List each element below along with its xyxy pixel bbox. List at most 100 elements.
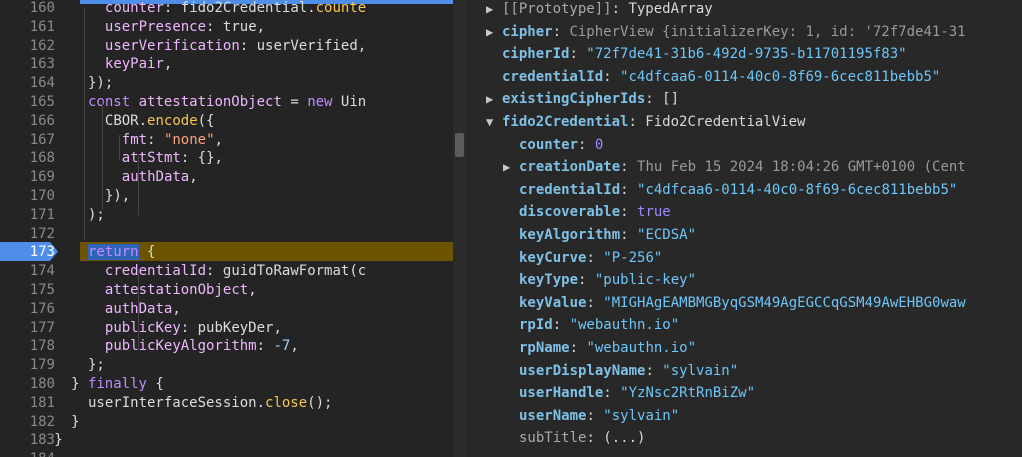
code-line[interactable]: keyPair, bbox=[105, 55, 172, 74]
line-number[interactable]: 160 bbox=[0, 0, 55, 18]
line-number[interactable]: 178 bbox=[0, 337, 55, 356]
property-row[interactable]: ▶ [[Prototype]]: TypedArray bbox=[486, 0, 713, 21]
code-line[interactable]: authData, bbox=[122, 168, 198, 187]
collapsed-triangle-icon[interactable]: ▶ bbox=[486, 21, 502, 44]
collapsed-triangle-icon[interactable]: ▶ bbox=[486, 0, 502, 21]
code-line[interactable]: return { bbox=[88, 243, 155, 262]
line-number[interactable]: 169 bbox=[0, 168, 55, 187]
line-number[interactable]: 175 bbox=[0, 281, 55, 300]
property-separator: : bbox=[586, 430, 604, 447]
property-key: fido2Credential bbox=[502, 114, 629, 130]
code-token: attStmt bbox=[121, 150, 181, 167]
line-number[interactable]: 179 bbox=[0, 356, 55, 375]
property-value: "sylvain" bbox=[603, 407, 680, 424]
code-line[interactable]: fmt: "none", bbox=[122, 131, 223, 150]
property-key: discoverable bbox=[519, 204, 621, 221]
property-row[interactable]: credentialId: "c4dfcaa6-0114-40c0-8f69-6… bbox=[503, 179, 957, 202]
line-number[interactable]: 161 bbox=[0, 18, 55, 37]
code-line[interactable]: userInterfaceSession.close(); bbox=[88, 394, 332, 413]
property-separator: : bbox=[569, 340, 587, 356]
code-line[interactable]: }; bbox=[88, 356, 105, 375]
code-line[interactable]: authData, bbox=[105, 300, 181, 319]
code-line[interactable]: userPresence: true, bbox=[105, 18, 265, 37]
property-row[interactable]: rpId: "webauthn.io" bbox=[503, 314, 679, 337]
code-token: }), bbox=[104, 188, 131, 204]
line-number[interactable]: 181 bbox=[0, 394, 55, 413]
indent-guide bbox=[84, 8, 85, 240]
property-row[interactable]: keyType: "public-key" bbox=[503, 269, 696, 292]
expanded-triangle-icon[interactable]: ▼ bbox=[486, 111, 502, 134]
code-token: userPresence bbox=[104, 18, 207, 35]
line-number[interactable]: 163 bbox=[0, 55, 55, 74]
property-row[interactable]: ▶ cipher: CipherView {initializerKey: 1, … bbox=[486, 21, 966, 44]
code-line[interactable]: } finally { bbox=[71, 375, 164, 394]
property-key: subTitle bbox=[519, 430, 587, 447]
code-line[interactable]: publicKey: pubKeyDer, bbox=[105, 319, 282, 338]
line-number[interactable]: 168 bbox=[0, 149, 55, 168]
property-row[interactable]: cipherId: "72f7de41-31b6-492d-9735-b1170… bbox=[486, 43, 907, 66]
code-line[interactable]: userVerification: userVerified, bbox=[105, 37, 366, 56]
property-row[interactable]: credentialId: "c4dfcaa6-0114-40c0-8f69-6… bbox=[486, 66, 940, 89]
collapsed-triangle-icon[interactable]: ▶ bbox=[503, 156, 519, 179]
code-line[interactable]: } bbox=[71, 413, 79, 432]
code-token: , bbox=[214, 131, 223, 148]
property-row[interactable]: userName: "sylvain" bbox=[503, 405, 679, 428]
property-row[interactable]: keyValue: "MIGHAgEAMBMGByqGSM49AgEGCCqGS… bbox=[503, 292, 966, 315]
line-number[interactable]: 166 bbox=[0, 112, 55, 131]
code-line[interactable]: } bbox=[54, 431, 62, 450]
property-row[interactable]: userDisplayName: "sylvain" bbox=[503, 360, 738, 383]
code-token: fmt bbox=[121, 131, 148, 148]
code-line[interactable]: const attestationObject = new Uin bbox=[88, 93, 366, 112]
code-editor[interactable]: 160 161 162 163 164 165 166 167 168 169 170 171 172 1… bbox=[0, 0, 453, 457]
property-value: true bbox=[637, 204, 671, 221]
editor-scrollbar[interactable] bbox=[453, 0, 466, 457]
collapsed-triangle-icon[interactable]: ▶ bbox=[486, 88, 502, 111]
code-token: CBOR. bbox=[104, 112, 148, 129]
code-line[interactable]: attStmt: {}, bbox=[122, 149, 223, 168]
code-line[interactable]: }), bbox=[105, 187, 130, 206]
code-line[interactable]: counter: fido2Credential.counte bbox=[105, 0, 366, 18]
scrollbar-thumb[interactable] bbox=[455, 133, 464, 157]
property-row[interactable]: keyCurve: "P-256" bbox=[503, 247, 662, 270]
line-number[interactable]: 182 bbox=[0, 413, 55, 432]
property-separator: : bbox=[569, 46, 587, 63]
code-line[interactable]: publicKeyAlgorithm: -7, bbox=[105, 337, 299, 356]
code-token: : bbox=[147, 131, 164, 148]
code-token: = bbox=[281, 94, 308, 110]
code-line[interactable]: CBOR.encode({ bbox=[105, 112, 215, 131]
line-number[interactable]: 184 bbox=[0, 450, 55, 457]
line-number[interactable]: 177 bbox=[0, 319, 55, 338]
code-line[interactable]: attestationObject, bbox=[105, 281, 257, 300]
property-row[interactable]: rpName: "webauthn.io" bbox=[503, 337, 696, 360]
code-token: , bbox=[172, 300, 181, 317]
line-number[interactable]: 162 bbox=[0, 37, 55, 56]
line-number[interactable]: 172 bbox=[0, 225, 55, 244]
property-row[interactable]: ▶ creationDate: Thu Feb 15 2024 18:04:26 … bbox=[503, 156, 966, 179]
property-value: "MIGHAgEAMBMGByqGSM49AgEGCCqGSM49AwEHBG0… bbox=[603, 294, 966, 311]
property-row[interactable]: ▼ fido2Credential: Fido2CredentialView bbox=[486, 111, 805, 134]
line-number[interactable]: 180 bbox=[0, 375, 55, 394]
code-token: ({ bbox=[197, 112, 215, 129]
line-number[interactable]: 176 bbox=[0, 300, 55, 319]
property-row[interactable]: subTitle: (...) bbox=[503, 427, 645, 450]
line-number[interactable]: 164 bbox=[0, 74, 55, 93]
line-number[interactable]: 165 bbox=[0, 93, 55, 112]
code-line[interactable]: credentialId: guidToRawFormat(c bbox=[105, 262, 366, 281]
property-row[interactable]: counter: 0 bbox=[503, 134, 603, 157]
property-row[interactable]: keyAlgorithm: "ECDSA" bbox=[503, 224, 696, 247]
property-row[interactable]: discoverable: true bbox=[503, 201, 671, 224]
line-number[interactable]: 170 bbox=[0, 187, 55, 206]
line-number[interactable]: 174 bbox=[0, 262, 55, 281]
property-separator: : bbox=[578, 136, 595, 153]
property-row[interactable]: ▶ existingCipherIds: [] bbox=[486, 88, 679, 111]
property-row[interactable]: userHandle: "YzNsc2RtRnBiZw" bbox=[503, 382, 755, 405]
line-number[interactable]: 183 bbox=[0, 431, 55, 450]
property-separator: : bbox=[578, 272, 595, 289]
line-number[interactable]: 167 bbox=[0, 131, 55, 150]
property-key: keyCurve bbox=[519, 249, 587, 266]
line-number[interactable]: 173 bbox=[0, 243, 55, 262]
code-line[interactable]: }); bbox=[88, 74, 113, 93]
line-number[interactable]: 171 bbox=[0, 206, 55, 225]
property-separator: : bbox=[586, 294, 604, 311]
line-number-gutter[interactable]: 160 161 162 163 164 165 166 167 168 169 170 171 172 1… bbox=[0, 0, 60, 457]
